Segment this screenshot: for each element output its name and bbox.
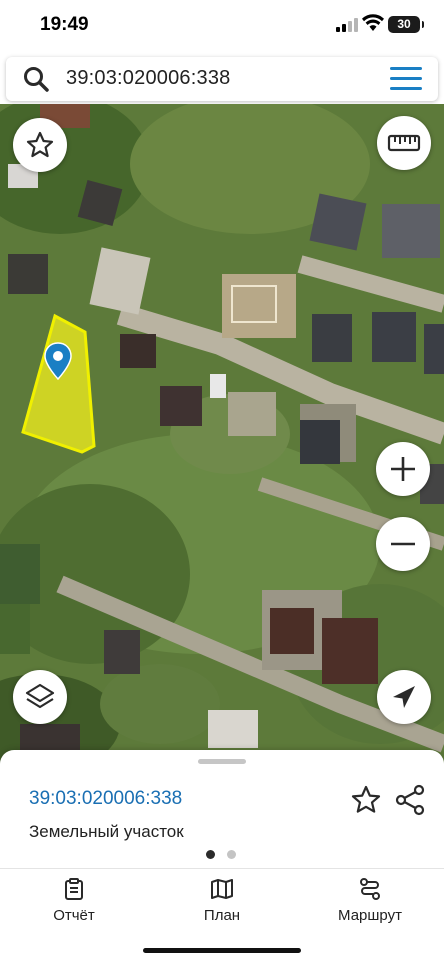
search-icon[interactable] <box>22 65 50 93</box>
nav-report-label: Отчёт <box>53 907 95 924</box>
report-icon <box>65 878 83 900</box>
route-icon <box>360 878 380 900</box>
bottom-navigation: Отчёт План Маршрут <box>0 868 444 960</box>
ruler-icon <box>387 134 421 152</box>
nav-route[interactable]: Маршрут <box>315 877 425 933</box>
layers-button[interactable] <box>13 670 67 724</box>
map-plan-icon <box>211 879 233 899</box>
nav-route-label: Маршрут <box>338 907 402 924</box>
nav-plan-label: План <box>203 907 241 924</box>
share-icon[interactable] <box>394 784 426 816</box>
cellular-signal-icon <box>336 18 358 32</box>
object-info-sheet[interactable]: 39:03:020006:338 Земельный участок <box>0 750 444 870</box>
search-input[interactable]: 39:03:020006:338 <box>66 67 230 90</box>
object-type: Земельный участок <box>29 822 184 841</box>
nav-plan[interactable]: План <box>167 877 277 933</box>
page-indicator <box>206 850 240 860</box>
home-indicator[interactable] <box>143 948 301 953</box>
plus-icon <box>391 457 415 481</box>
satellite-map[interactable] <box>0 104 444 764</box>
zoom-out-button[interactable] <box>376 517 430 571</box>
star-icon <box>26 131 54 158</box>
page-dot-active <box>206 850 215 859</box>
aerial-imagery[interactable] <box>0 104 444 764</box>
search-bar[interactable]: 39:03:020006:338 <box>6 57 438 101</box>
navigation-arrow-icon <box>393 686 415 708</box>
my-location-button[interactable] <box>377 670 431 724</box>
status-time: 19:49 <box>40 14 89 35</box>
layers-icon <box>25 683 55 709</box>
favorite-map-button[interactable] <box>13 118 67 172</box>
star-icon[interactable] <box>350 784 382 816</box>
cadastral-number[interactable]: 39:03:020006:338 <box>29 788 182 810</box>
location-pin-icon[interactable] <box>44 342 72 380</box>
status-bar: 19:49 30 <box>0 0 444 52</box>
wifi-icon <box>362 14 384 31</box>
minus-icon <box>391 542 415 546</box>
nav-report[interactable]: Отчёт <box>19 877 129 933</box>
zoom-in-button[interactable] <box>376 442 430 496</box>
battery-indicator: 30 <box>388 16 424 33</box>
ruler-button[interactable] <box>377 116 431 170</box>
page-dot <box>227 850 236 859</box>
sheet-drag-handle[interactable] <box>198 759 246 764</box>
menu-icon[interactable] <box>390 67 422 91</box>
